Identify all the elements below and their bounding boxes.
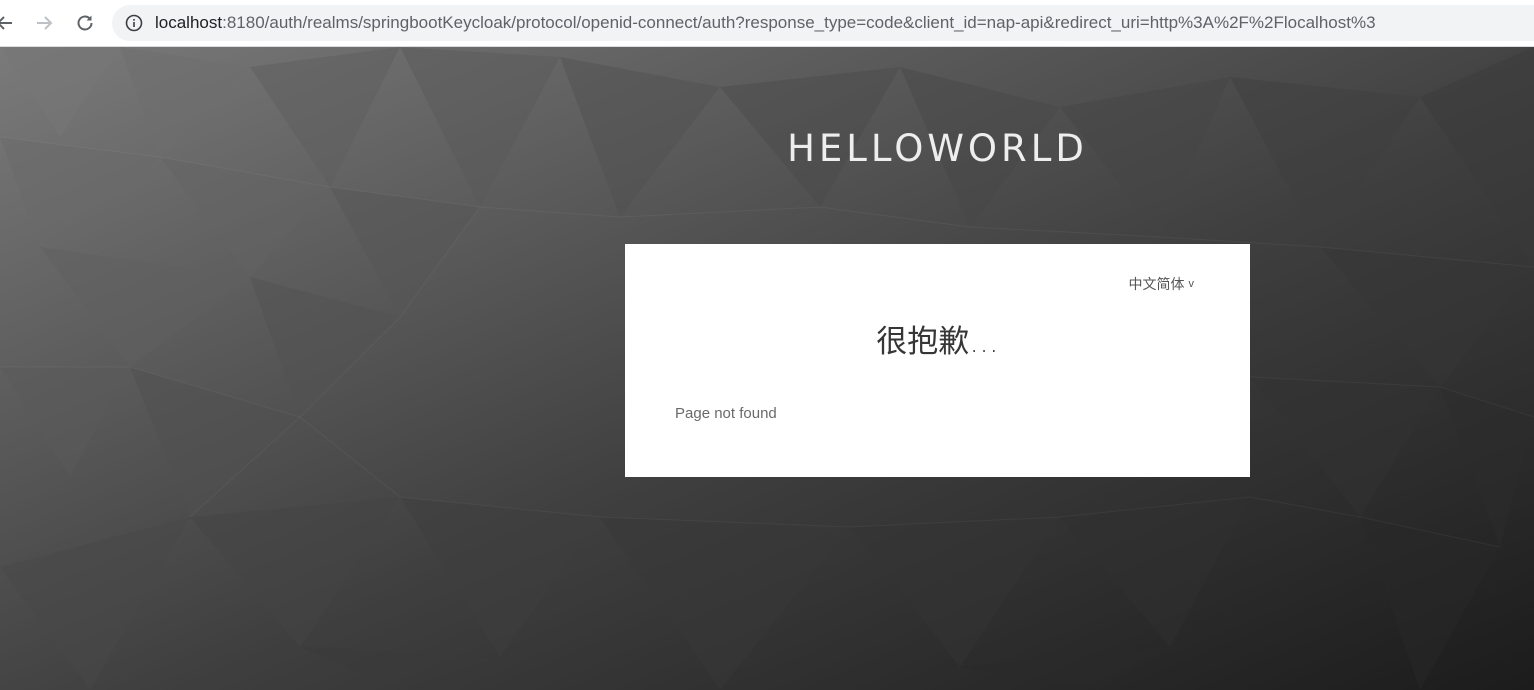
locale-label: 中文简体 xyxy=(1128,276,1185,292)
reload-icon[interactable] xyxy=(72,10,98,36)
url-host: localhost xyxy=(155,13,223,32)
url-path: :8180/auth/realms/springbootKeycloak/pro… xyxy=(222,13,1376,32)
forward-arrow-icon[interactable] xyxy=(31,10,57,36)
error-message: Page not found xyxy=(675,405,777,422)
browser-toolbar: localhost:8180/auth/realms/springbootKey… xyxy=(0,0,1534,47)
info-icon[interactable] xyxy=(125,14,143,32)
login-page: HELLOWORLD 中文简体 v 很抱歉... Page not found xyxy=(0,47,1534,690)
address-bar[interactable]: localhost:8180/auth/realms/springbootKey… xyxy=(112,5,1534,41)
realm-title: HELLOWORLD xyxy=(787,127,1088,170)
back-arrow-icon[interactable] xyxy=(0,10,18,36)
chevron-down-icon: v xyxy=(1188,278,1195,290)
error-card: 中文简体 v 很抱歉... Page not found xyxy=(625,244,1250,477)
url-text[interactable]: localhost:8180/auth/realms/springbootKey… xyxy=(155,13,1376,33)
error-title: 很抱歉... xyxy=(876,324,999,360)
locale-dropdown[interactable]: 中文简体 v xyxy=(1129,274,1195,294)
